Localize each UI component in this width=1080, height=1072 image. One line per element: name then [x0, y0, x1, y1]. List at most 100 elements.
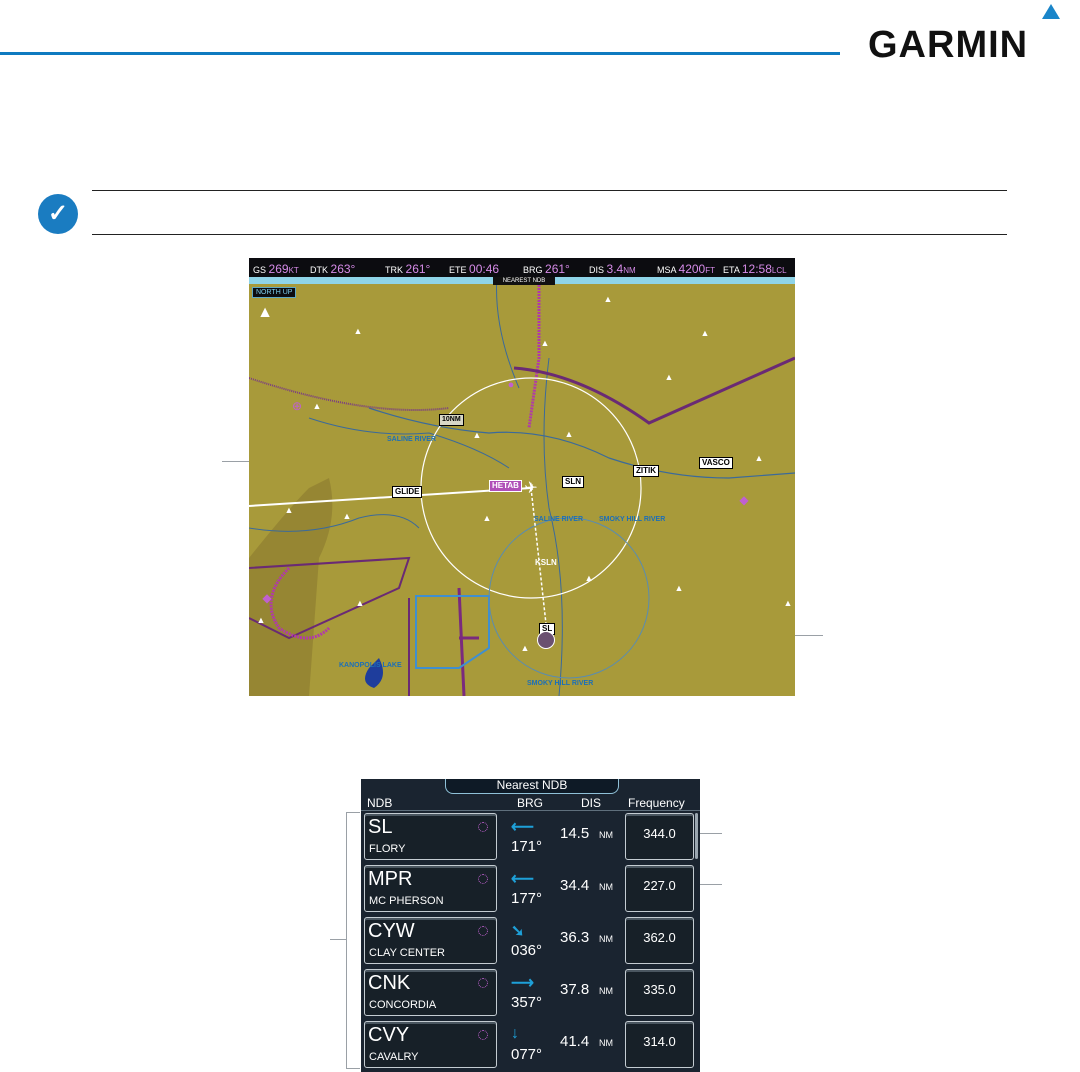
bearing-value: 171°: [511, 838, 543, 855]
ndb-id-button[interactable]: CYW CLAY CENTER: [364, 917, 497, 964]
bearing-value: 077°: [511, 1046, 543, 1063]
distance-unit: NM: [599, 882, 613, 892]
ndb-name: CONCORDIA: [369, 999, 437, 1011]
obstacle-icon: ▲: [540, 338, 550, 348]
header-rule: [0, 52, 840, 55]
list-item: SL FLORY ⟵ 171° 14.5 NM 344.0: [361, 813, 700, 863]
dis-field: DIS 3.4NM: [589, 262, 636, 276]
eta-field: ETA 12:58LCL: [723, 262, 787, 276]
river-label-mid: SMOKY HILL RIVER: [599, 516, 666, 523]
header-separator: [361, 810, 700, 811]
ndb-id-button[interactable]: CNK CONCORDIA: [364, 969, 497, 1016]
ndb-id-button[interactable]: MPR MC PHERSON: [364, 865, 497, 912]
frequency-value: 335.0: [643, 982, 676, 997]
navigation-map[interactable]: GS 269KT DTK 263° TRK 261° ETE 00:46 BRG…: [249, 258, 795, 696]
obstacle-icon: ▲: [312, 401, 322, 411]
frequency-button[interactable]: 344.0: [625, 813, 694, 860]
distance-value: 41.4: [560, 1033, 590, 1050]
bearing-value: 357°: [511, 994, 543, 1011]
ndb-symbol-icon: [478, 926, 488, 936]
col-header-brg: BRG: [517, 796, 544, 810]
map-page-title: NEAREST NDB: [493, 277, 555, 285]
map-data-bar: GS 269KT DTK 263° TRK 261° ETE 00:46 BRG…: [249, 258, 795, 277]
waypoint-hetab[interactable]: HETAB: [489, 480, 522, 492]
bearing-arrow-icon: ↓: [511, 1025, 519, 1042]
airport-symbol-icon: ⊕: [291, 399, 303, 413]
waypoint-vasco[interactable]: VASCO: [699, 457, 733, 469]
bearing-value: 177°: [511, 890, 543, 907]
distance-unit: NM: [599, 934, 613, 944]
lake-label: KANOPOLIS LAKE: [339, 662, 402, 669]
ndb-identifier: SL: [368, 816, 393, 838]
ete-field: ETE 00:46: [449, 262, 500, 276]
col-header-frequency: Frequency: [628, 796, 685, 810]
obstacle-icon: ▲: [584, 573, 594, 583]
obstacle-icon: ▲: [754, 453, 764, 463]
distance-value: 37.8: [560, 981, 590, 998]
river-label-south: SMOKY HILL RIVER: [527, 680, 594, 687]
col-header-dis: DIS: [581, 796, 602, 810]
obstacle-icon: ▲: [564, 429, 574, 439]
ndb-name: CLAY CENTER: [369, 947, 446, 959]
frequency-button[interactable]: 362.0: [625, 917, 694, 964]
ndb-identifier: CYW: [368, 920, 415, 942]
obstacle-icon: ▲: [603, 294, 613, 304]
dtk-field: DTK 263°: [310, 262, 356, 276]
list-bracket-top: [346, 812, 360, 813]
bearing-value: 036°: [511, 942, 543, 959]
airport-symbol-icon: ◆: [262, 591, 272, 605]
river-label-north: SALINE RIVER: [387, 436, 437, 443]
frequency-button[interactable]: 335.0: [625, 969, 694, 1016]
obstacle-icon: ▲: [700, 328, 710, 338]
ndb-symbol-icon: [478, 874, 488, 884]
distance-value: 36.3: [560, 929, 590, 946]
brg-field: BRG 261°: [523, 262, 570, 276]
waypoint-sln[interactable]: SLN: [562, 476, 584, 488]
garmin-logo-triangle-icon: [1042, 4, 1060, 19]
obstacle-icon: ▲: [783, 598, 793, 608]
north-arrow-icon: ▲: [257, 304, 273, 321]
map-terrain: [249, 258, 795, 696]
frequency-button[interactable]: 227.0: [625, 865, 694, 912]
frequency-value: 227.0: [643, 878, 676, 893]
obstacle-icon: ▲: [674, 583, 684, 593]
ndb-symbol-icon: [478, 1030, 488, 1040]
waypoint-zitik[interactable]: ZITIK: [633, 465, 659, 477]
obstacle-icon: ▲: [472, 430, 482, 440]
waypoint-glide[interactable]: GLIDE: [392, 486, 423, 498]
obstacle-icon: ▲: [482, 513, 492, 523]
garmin-logo: GARMIN: [868, 24, 1029, 66]
frequency-value: 362.0: [643, 930, 676, 945]
river-label-saline: SALINE RIVER: [534, 516, 584, 523]
distance-unit: NM: [599, 830, 613, 840]
obstacle-icon: ▲: [664, 372, 674, 382]
col-header-ndb: NDB: [367, 796, 393, 810]
distance-unit: NM: [599, 986, 613, 996]
airport-ksln[interactable]: KSLN: [533, 558, 559, 568]
ndb-id-button[interactable]: SL FLORY: [364, 813, 497, 860]
north-up-button[interactable]: NORTH UP: [252, 287, 297, 298]
nearest-ndb-panel: Nearest NDB NDB BRG DIS Frequency SL FLO…: [361, 779, 700, 1072]
list-bracket-bottom: [346, 1068, 360, 1069]
ndb-symbol-icon: [478, 822, 488, 832]
ndb-identifier: CVY: [368, 1024, 410, 1046]
ndb-name: MC PHERSON: [369, 895, 444, 907]
ndb-symbol-icon: [478, 978, 488, 988]
distance-value: 34.4: [560, 877, 590, 894]
bearing-arrow-icon: ⟵: [511, 819, 534, 836]
aircraft-icon: ✈: [524, 480, 538, 497]
list-item: MPR MC PHERSON ⟵ 177° 34.4 NM 227.0: [361, 865, 700, 915]
ndb-identifier: CNK: [368, 972, 411, 994]
frequency-button[interactable]: 314.0: [625, 1021, 694, 1068]
obstacle-icon: ▲: [342, 511, 352, 521]
note-bottom-rule: [92, 234, 1007, 235]
ndb-sl-icon[interactable]: [537, 631, 555, 649]
trk-field: TRK 261°: [385, 262, 431, 276]
ndb-id-button[interactable]: CVY CAVALRY: [364, 1021, 497, 1068]
list-item: CVY CAVALRY ↓ 077° 41.4 NM 314.0: [361, 1021, 700, 1071]
checkmark-note-icon: ✓: [38, 194, 78, 234]
frequency-value: 314.0: [643, 1034, 676, 1049]
panel-title: Nearest NDB: [445, 779, 619, 794]
range-ring-label: 10NM: [439, 414, 464, 426]
gs-field: GS 269KT: [253, 262, 299, 276]
